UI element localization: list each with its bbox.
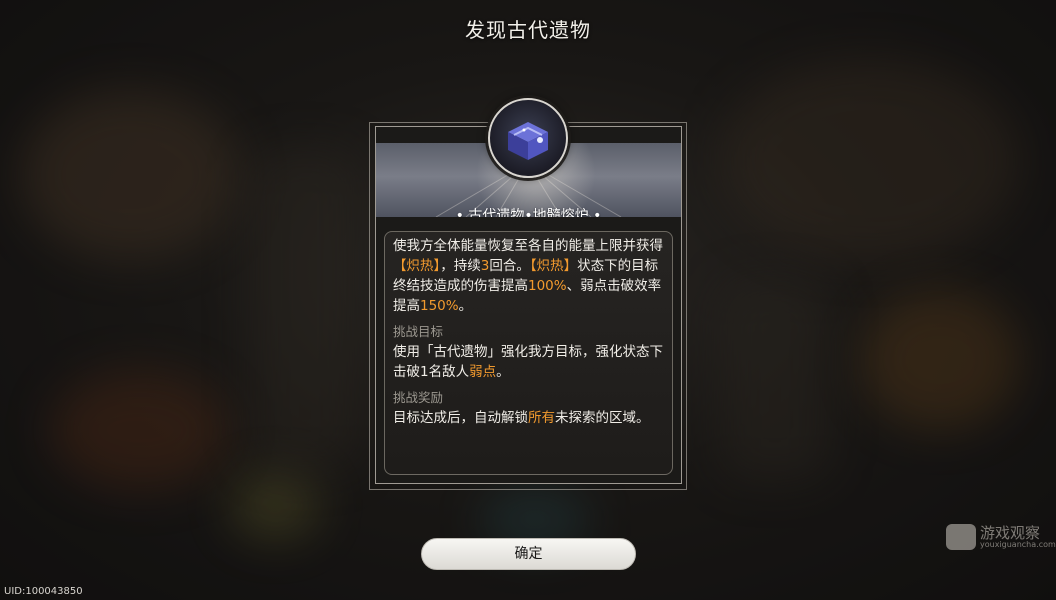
relic-name: • 古代遗物•地髓熔炉 • bbox=[455, 208, 602, 217]
description-text: 使我方全体能量恢复至各自的能量上限并获得【炽热】，持续3回合。【炽热】状态下的目… bbox=[393, 236, 668, 428]
relic-chest-icon bbox=[508, 122, 548, 160]
challenge-label: 挑战目标 bbox=[393, 324, 444, 339]
reward-label: 挑战奖励 bbox=[393, 390, 444, 405]
relic-emblem bbox=[488, 98, 568, 178]
confirm-button[interactable]: 确定 bbox=[421, 538, 636, 570]
page-title: 发现古代遗物 bbox=[465, 18, 591, 42]
watermark-url: youxiguancha.com bbox=[980, 540, 1056, 549]
watermark-logo-icon bbox=[946, 524, 976, 550]
watermark: 游戏观察 youxiguancha.com bbox=[946, 522, 1056, 554]
reward-text: 目标达成后，自动解锁所有未探索的区域。 bbox=[393, 410, 650, 426]
uid-label: UID:100043850 bbox=[4, 586, 83, 597]
relic-effect: 使我方全体能量恢复至各自的能量上限并获得【炽热】，持续3回合。【炽热】状态下的目… bbox=[393, 238, 663, 314]
challenge-text: 使用「古代遗物」强化我方目标，强化状态下击破1名敌人弱点。 bbox=[393, 344, 663, 380]
